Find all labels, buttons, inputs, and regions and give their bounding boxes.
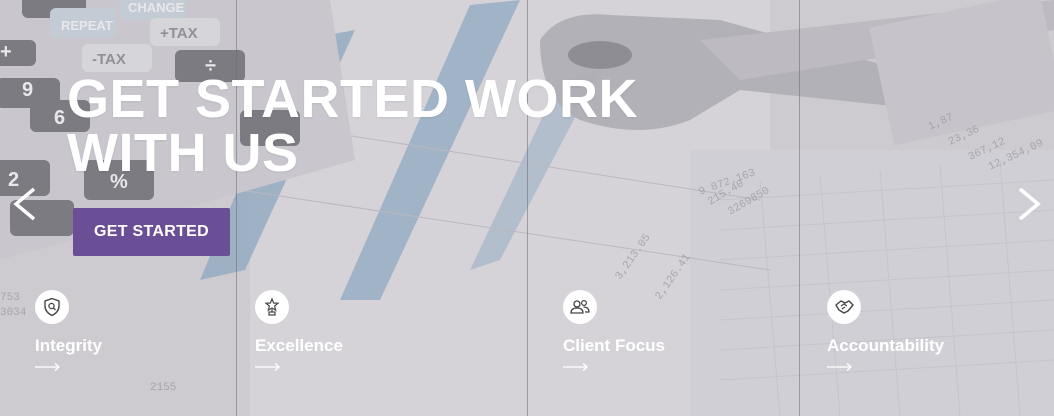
shield-search-icon xyxy=(35,290,69,324)
column-divider xyxy=(527,0,528,416)
handshake-icon xyxy=(827,290,861,324)
feature-label: Accountability xyxy=(827,336,945,355)
hero-headline: GET STARTED WORK WITH US xyxy=(67,69,638,183)
get-started-button[interactable]: GET STARTED xyxy=(73,208,230,256)
arrow-right-icon xyxy=(827,363,852,371)
feature-label: Integrity xyxy=(35,336,103,355)
hero-slider: REPEAT CHANGE -TAX +TAX 9 6 2 % + ÷ 9 87… xyxy=(0,0,1054,416)
feature-label: Client Focus xyxy=(563,336,666,355)
arrow-right-icon xyxy=(35,363,60,371)
column-divider xyxy=(236,0,237,416)
feature-excellence[interactable]: Excellence xyxy=(255,290,455,372)
arrow-right-icon xyxy=(563,363,588,371)
chevron-right-icon xyxy=(1018,187,1041,221)
column-divider xyxy=(799,0,800,416)
feature-label: Excellence xyxy=(255,336,343,355)
prev-slide-button[interactable] xyxy=(10,186,40,222)
users-icon xyxy=(563,290,597,324)
trophy-icon xyxy=(255,290,289,324)
next-slide-button[interactable] xyxy=(1014,186,1044,222)
feature-accountability[interactable]: Accountability xyxy=(827,290,1027,372)
feature-integrity[interactable]: Integrity xyxy=(35,290,235,372)
feature-client-focus[interactable]: Client Focus xyxy=(563,290,763,372)
arrow-right-icon xyxy=(255,363,280,371)
chevron-left-icon xyxy=(13,187,36,221)
